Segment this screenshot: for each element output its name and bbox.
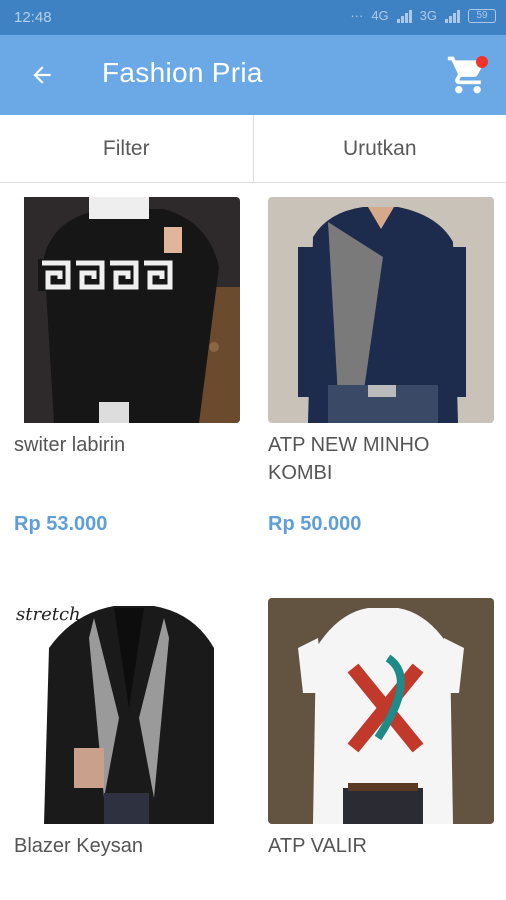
filter-sort-bar: Filter Urutkan xyxy=(0,115,506,183)
product-image[interactable] xyxy=(14,197,240,423)
product-name: switer labirin xyxy=(14,434,126,456)
status-time: 12:48 xyxy=(14,9,52,26)
product-image[interactable] xyxy=(268,197,494,423)
blazer-photo: stretch xyxy=(14,598,240,824)
signal-label-1: 4G xyxy=(371,8,389,23)
cart-badge xyxy=(476,56,488,68)
product-price: Rp 53.000 xyxy=(14,513,108,535)
product-card[interactable]: stretch Blazer Keysan xyxy=(14,598,240,860)
sort-button[interactable]: Urutkan xyxy=(254,115,506,182)
product-card[interactable]: ATP NEW MINHO KOMBI Rp 50.000 xyxy=(268,197,494,535)
product-name: ATP VALIR xyxy=(268,835,367,857)
page-title: Fashion Pria xyxy=(102,57,263,88)
product-price: Rp 50.000 xyxy=(268,513,362,535)
product-image[interactable]: stretch xyxy=(14,598,240,824)
tshirt-photo xyxy=(268,598,494,824)
product-name: Blazer Keysan xyxy=(14,835,143,857)
vneck-shirt-photo xyxy=(268,197,494,423)
product-name: ATP NEW MINHO KOMBI xyxy=(268,434,430,484)
arrow-left-icon xyxy=(33,66,51,84)
cart-button[interactable] xyxy=(446,53,490,97)
svg-text:stretch: stretch xyxy=(16,604,81,625)
product-card[interactable]: switer labirin Rp 53.000 xyxy=(14,197,240,535)
product-card[interactable]: ATP VALIR xyxy=(268,598,494,860)
notification-icons: ··· xyxy=(350,8,364,23)
signal-icon xyxy=(396,9,412,23)
app-bar: Fashion Pria xyxy=(0,35,506,115)
signal-icon-2 xyxy=(445,9,460,23)
filter-button[interactable]: Filter xyxy=(0,115,253,182)
back-button[interactable] xyxy=(22,55,62,95)
system-icons: ··· 4G 3G 59 xyxy=(350,8,496,23)
status-bar: 12:48 ··· 4G 3G 59 xyxy=(0,0,506,35)
product-image[interactable] xyxy=(268,598,494,824)
battery-icon: 59 xyxy=(468,8,496,23)
sweater-photo xyxy=(24,197,240,423)
signal-label-2: 3G xyxy=(419,8,437,23)
